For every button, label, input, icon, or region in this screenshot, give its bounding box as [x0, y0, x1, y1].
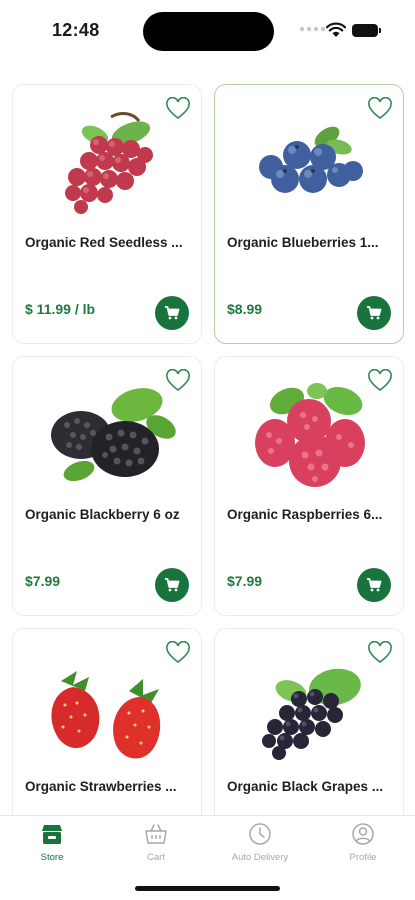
red-grapes-image: [65, 112, 153, 214]
tab-label: Cart: [147, 852, 165, 863]
cart-icon: [367, 306, 382, 320]
heart-icon[interactable]: [367, 97, 393, 121]
tab-label: Store: [40, 852, 64, 863]
blueberries-image: [259, 126, 363, 193]
heart-icon[interactable]: [165, 97, 191, 121]
product-price: $7.99: [25, 573, 61, 589]
heart-icon[interactable]: [165, 369, 191, 393]
black-grapes-image: [262, 668, 361, 760]
status-bar: 12:48: [0, 0, 415, 62]
cart-icon: [165, 578, 180, 592]
product-name: Organic Black Grapes ...: [227, 779, 384, 794]
blackberries-image: [51, 388, 176, 482]
tab-auto-delivery[interactable]: Auto Delivery: [215, 822, 305, 872]
product-card[interactable]: Organic Blackberry 6 oz $7.99: [12, 356, 202, 616]
tab-label: Auto Delivery: [231, 852, 289, 863]
heart-icon[interactable]: [165, 641, 191, 665]
add-to-cart-button[interactable]: [357, 296, 391, 330]
tab-label: Profile: [349, 852, 377, 863]
product-card[interactable]: Organic Black Grapes ...: [214, 628, 404, 828]
battery-icon: [352, 24, 381, 37]
product-name: Organic Red Seedless ...: [25, 235, 183, 250]
dynamic-island: [143, 12, 274, 51]
signal-icon: [300, 27, 325, 31]
clock-icon: [249, 823, 271, 845]
cart-icon: [367, 578, 382, 592]
product-price: $7.99: [227, 573, 263, 589]
tab-store[interactable]: Store: [7, 822, 97, 872]
product-name: Organic Blackberry 6 oz: [25, 507, 180, 522]
strawberries-image: [51, 671, 161, 759]
raspberries-image: [255, 383, 365, 487]
tab-profile[interactable]: Profile: [318, 822, 408, 872]
product-grid: Organic Red Seedless ... $ 11.99 / lb Or…: [12, 84, 404, 828]
heart-icon[interactable]: [367, 369, 393, 393]
product-name: Organic Blueberries 1...: [227, 235, 379, 250]
product-name: Organic Raspberries 6...: [227, 507, 383, 522]
product-price: $ 11.99 / lb: [25, 301, 96, 317]
status-time: 12:48: [52, 20, 100, 40]
tab-cart[interactable]: Cart: [111, 822, 201, 872]
add-to-cart-button[interactable]: [155, 568, 189, 602]
product-card[interactable]: Organic Raspberries 6... $7.99: [214, 356, 404, 616]
product-card[interactable]: Organic Blueberries 1... $8.99: [214, 84, 404, 344]
product-price: $8.99: [227, 301, 263, 317]
add-to-cart-button[interactable]: [357, 568, 391, 602]
store-icon: [42, 825, 62, 844]
product-name: Organic Strawberries ...: [25, 779, 177, 794]
home-indicator[interactable]: [135, 886, 280, 891]
wifi-icon: [326, 22, 346, 37]
profile-icon: [352, 823, 374, 845]
product-card[interactable]: Organic Red Seedless ... $ 11.99 / lb: [12, 84, 202, 344]
cart-icon: [165, 306, 180, 320]
heart-icon[interactable]: [367, 641, 393, 665]
add-to-cart-button[interactable]: [155, 296, 189, 330]
basket-icon: [145, 824, 167, 844]
product-card[interactable]: Organic Strawberries ...: [12, 628, 202, 828]
